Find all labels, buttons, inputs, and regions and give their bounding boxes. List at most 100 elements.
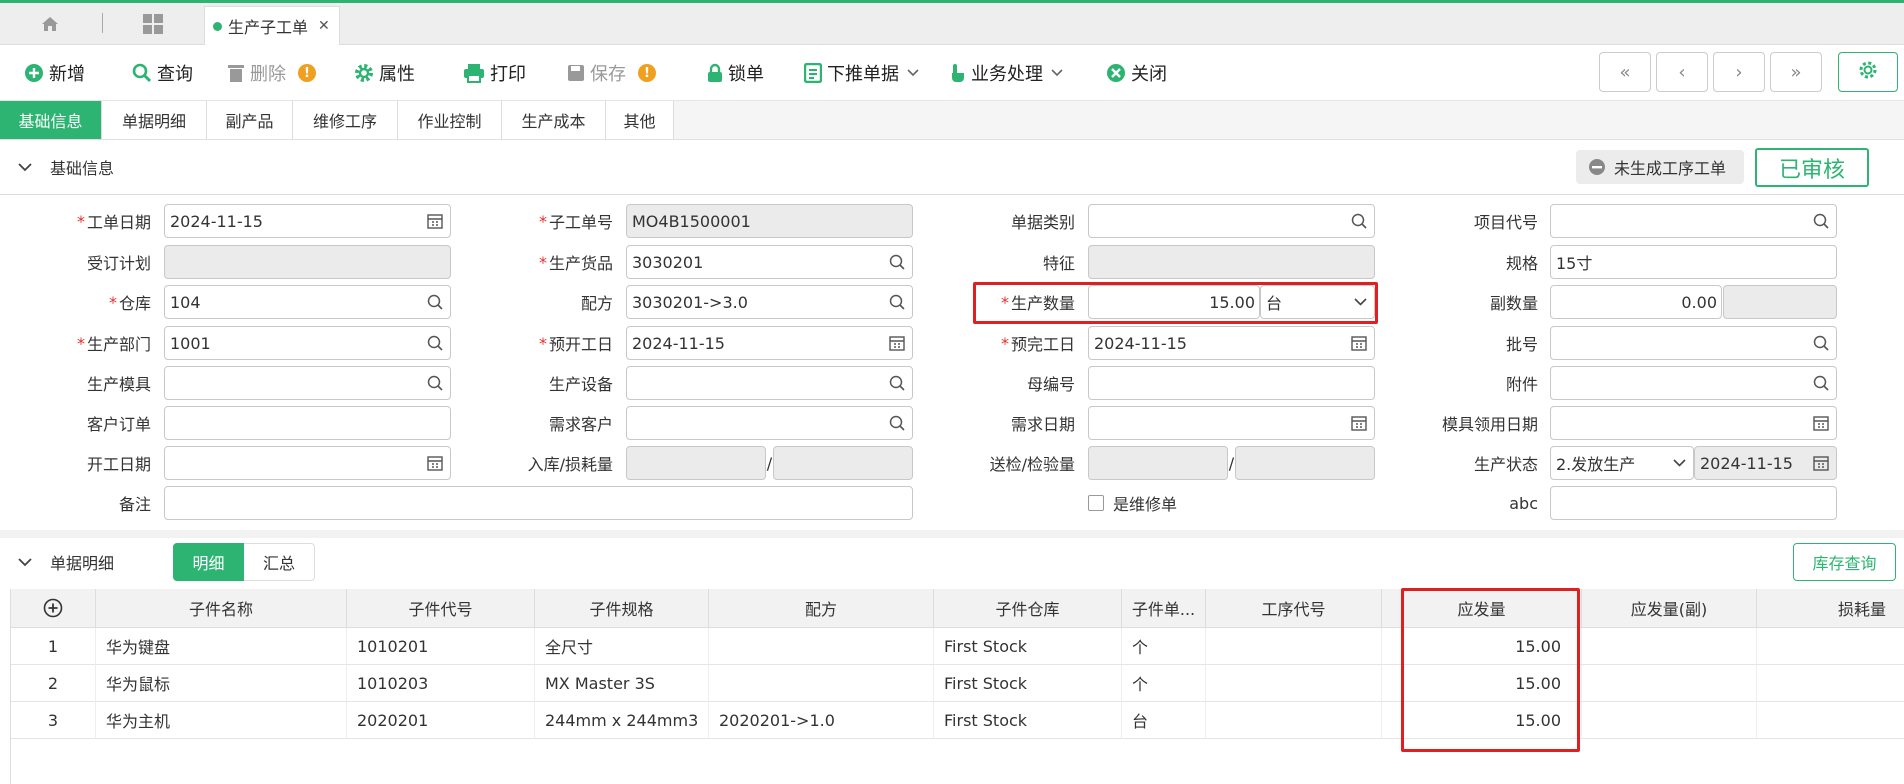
- cell-unit[interactable]: 个: [1122, 628, 1206, 665]
- col-header-process[interactable]: 工序代号: [1206, 589, 1382, 628]
- cell-formula[interactable]: [709, 665, 934, 702]
- demand-date-field[interactable]: [1088, 406, 1375, 440]
- cell-issue-qty[interactable]: 15.00: [1382, 628, 1582, 665]
- col-header-warehouse[interactable]: 子件仓库: [934, 589, 1122, 628]
- order-plan-field[interactable]: [164, 245, 451, 279]
- search-icon[interactable]: [427, 294, 443, 310]
- cell-loss[interactable]: [1757, 702, 1904, 739]
- detail-view-toggle[interactable]: 明细: [173, 543, 244, 581]
- prod-status-select[interactable]: 2.发放生产: [1550, 446, 1694, 480]
- search-icon[interactable]: [889, 254, 905, 270]
- search-icon[interactable]: [889, 415, 905, 431]
- col-header-formula[interactable]: 配方: [709, 589, 934, 628]
- checkbox-box[interactable]: [1088, 495, 1104, 511]
- abc-field[interactable]: [1550, 486, 1837, 520]
- demand-customer-field[interactable]: [626, 406, 913, 440]
- cell-formula[interactable]: [709, 628, 934, 665]
- cell-spec[interactable]: 244mm x 244mm3: [535, 702, 709, 739]
- calendar-icon[interactable]: [1351, 335, 1367, 351]
- tab-production-cost[interactable]: 生产成本: [502, 101, 606, 139]
- doc-category-field[interactable]: [1088, 204, 1375, 238]
- last-record-button[interactable]: »: [1770, 52, 1822, 92]
- cell-unit[interactable]: 个: [1122, 665, 1206, 702]
- search-icon[interactable]: [427, 335, 443, 351]
- home-icon[interactable]: [15, 3, 85, 45]
- first-record-button[interactable]: «: [1599, 52, 1651, 92]
- search-icon[interactable]: [889, 294, 905, 310]
- cell-unit[interactable]: 台: [1122, 702, 1206, 739]
- close-button[interactable]: 关闭: [1106, 60, 1167, 86]
- attachment-field[interactable]: [1550, 366, 1837, 400]
- tab-basic-info[interactable]: 基础信息: [0, 101, 102, 139]
- tab-by-products[interactable]: 副产品: [207, 101, 293, 139]
- spec-field[interactable]: 15寸: [1550, 245, 1837, 279]
- cell-issue-qty-sub[interactable]: [1582, 628, 1757, 665]
- inbound-qty-field[interactable]: [626, 446, 766, 480]
- cell-process[interactable]: [1206, 665, 1382, 702]
- print-button[interactable]: 打印: [463, 60, 526, 86]
- cell-warehouse[interactable]: First Stock: [934, 665, 1122, 702]
- quantity-field[interactable]: 15.00: [1088, 285, 1260, 319]
- cell-code[interactable]: 2020201: [347, 702, 535, 739]
- equipment-field[interactable]: [626, 366, 913, 400]
- business-process-dropdown[interactable]: 业务处理: [950, 60, 1063, 86]
- feature-field[interactable]: [1088, 245, 1375, 279]
- tab-document-detail[interactable]: 单据明细: [102, 101, 207, 139]
- search-icon[interactable]: [1813, 375, 1829, 391]
- prev-record-button[interactable]: ‹: [1656, 52, 1708, 92]
- product-field[interactable]: 3030201: [626, 245, 913, 279]
- department-field[interactable]: 1001: [164, 326, 451, 360]
- project-code-field[interactable]: [1550, 204, 1837, 238]
- stock-query-button[interactable]: 库存查询: [1793, 543, 1896, 581]
- remark-field[interactable]: [164, 486, 913, 520]
- search-icon[interactable]: [1813, 335, 1829, 351]
- col-header-code[interactable]: 子件代号: [347, 589, 535, 628]
- unit-select[interactable]: 台: [1260, 285, 1375, 319]
- mold-use-date-field[interactable]: [1550, 406, 1837, 440]
- is-repair-checkbox[interactable]: 是维修单: [1088, 486, 1177, 520]
- cell-warehouse[interactable]: First Stock: [934, 628, 1122, 665]
- cell-issue-qty[interactable]: 15.00: [1382, 702, 1582, 739]
- sub-order-no-field[interactable]: MO4B1500001: [626, 204, 913, 238]
- add-row-icon[interactable]: [11, 589, 96, 628]
- col-header-loss[interactable]: 损耗量: [1757, 589, 1904, 628]
- basic-info-header[interactable]: 基础信息: [18, 152, 114, 182]
- calendar-icon[interactable]: [427, 455, 443, 471]
- cell-code[interactable]: 1010201: [347, 628, 535, 665]
- settings-button[interactable]: [1838, 52, 1898, 92]
- lock-button[interactable]: 锁单: [707, 60, 764, 86]
- batch-no-field[interactable]: [1550, 326, 1837, 360]
- cell-issue-qty[interactable]: 15.00: [1382, 665, 1582, 702]
- inspected-qty-field[interactable]: [1235, 446, 1375, 480]
- search-icon[interactable]: [1813, 213, 1829, 229]
- col-header-spec[interactable]: 子件规格: [535, 589, 709, 628]
- tab-production-sub-order[interactable]: 生产子工单 ✕: [204, 6, 340, 45]
- calendar-icon[interactable]: [889, 335, 905, 351]
- plan-start-field[interactable]: 2024-11-15: [626, 326, 913, 360]
- parent-no-field[interactable]: [1088, 366, 1375, 400]
- calendar-icon[interactable]: [427, 213, 443, 229]
- col-header-unit[interactable]: 子件单...: [1122, 589, 1206, 628]
- search-icon[interactable]: [427, 375, 443, 391]
- prod-status-date-field[interactable]: 2024-11-15: [1694, 446, 1837, 480]
- calendar-icon[interactable]: [1813, 455, 1829, 471]
- search-icon[interactable]: [889, 375, 905, 391]
- work-date-field[interactable]: 2024-11-15: [164, 204, 451, 238]
- add-button[interactable]: 新增: [24, 60, 85, 86]
- summary-view-toggle[interactable]: 汇总: [244, 543, 315, 581]
- cell-warehouse[interactable]: First Stock: [934, 702, 1122, 739]
- col-header-issue-qty[interactable]: 应发量: [1382, 589, 1582, 628]
- plan-finish-field[interactable]: 2024-11-15: [1088, 326, 1375, 360]
- cell-process[interactable]: [1206, 628, 1382, 665]
- search-icon[interactable]: [1351, 213, 1367, 229]
- cell-name[interactable]: 华为主机: [96, 702, 347, 739]
- cell-issue-qty-sub[interactable]: [1582, 665, 1757, 702]
- tab-job-control[interactable]: 作业控制: [398, 101, 502, 139]
- cell-spec[interactable]: 全尺寸: [535, 628, 709, 665]
- calendar-icon[interactable]: [1351, 415, 1367, 431]
- send-inspection-field[interactable]: [1088, 446, 1228, 480]
- push-down-dropdown[interactable]: 下推单据: [804, 60, 919, 86]
- query-button[interactable]: 查询: [132, 60, 193, 86]
- cell-code[interactable]: 1010203: [347, 665, 535, 702]
- loss-qty-field[interactable]: [773, 446, 913, 480]
